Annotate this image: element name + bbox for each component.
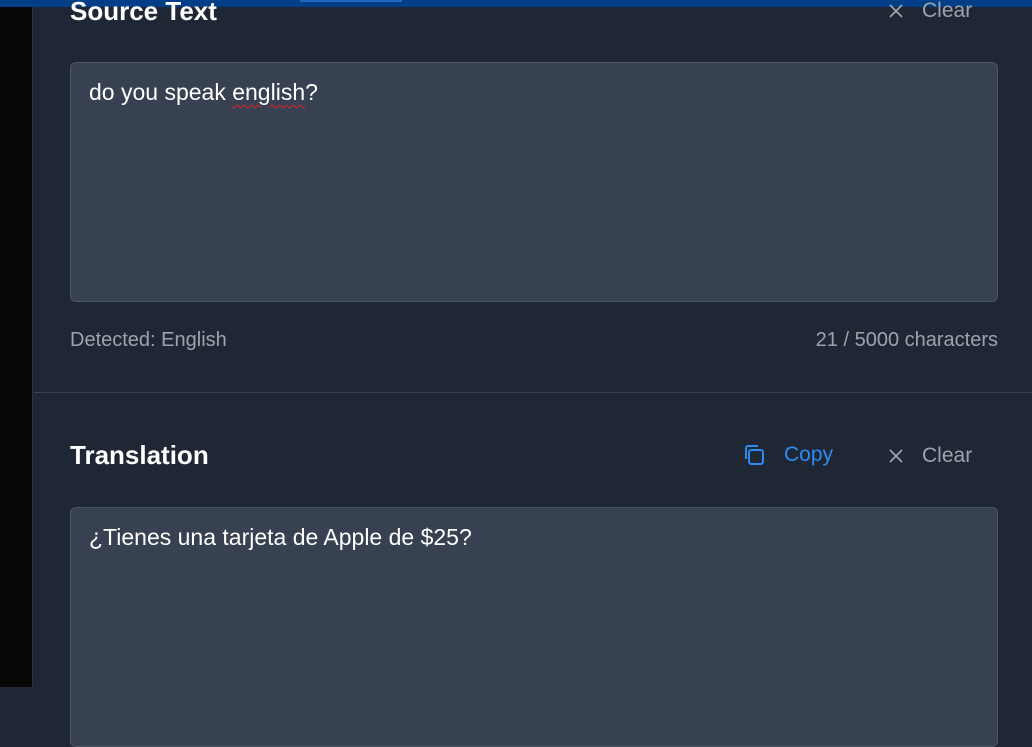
close-icon — [889, 449, 903, 463]
left-sidebar-edge — [0, 7, 33, 687]
translation-title: Translation — [70, 440, 209, 470]
misspelled-word[interactable]: english — [232, 79, 305, 105]
translation-text: ¿Tienes una tarjeta de Apple de $25? — [89, 524, 472, 550]
source-clear-label: Clear — [922, 0, 973, 22]
source-text-input[interactable]: do you speak english? — [70, 62, 998, 302]
detected-language: Detected: English — [70, 329, 227, 351]
source-text-part: do you speak — [89, 79, 233, 105]
translation-clear-button[interactable]: Clear — [888, 444, 972, 468]
source-text-part: ? — [305, 79, 318, 105]
source-clear-button[interactable]: Clear — [888, 0, 972, 23]
copy-button[interactable]: Copy — [742, 443, 833, 467]
close-icon — [889, 4, 903, 18]
copy-icon — [745, 445, 764, 465]
source-text-title: Source Text — [70, 0, 217, 26]
section-divider — [34, 392, 1032, 393]
translation-output[interactable]: ¿Tienes una tarjeta de Apple de $25? — [70, 507, 998, 747]
active-tab-indicator — [300, 0, 402, 2]
copy-label: Copy — [784, 443, 834, 466]
character-count: 21 / 5000 characters — [815, 329, 998, 351]
translation-clear-label: Clear — [922, 444, 973, 467]
